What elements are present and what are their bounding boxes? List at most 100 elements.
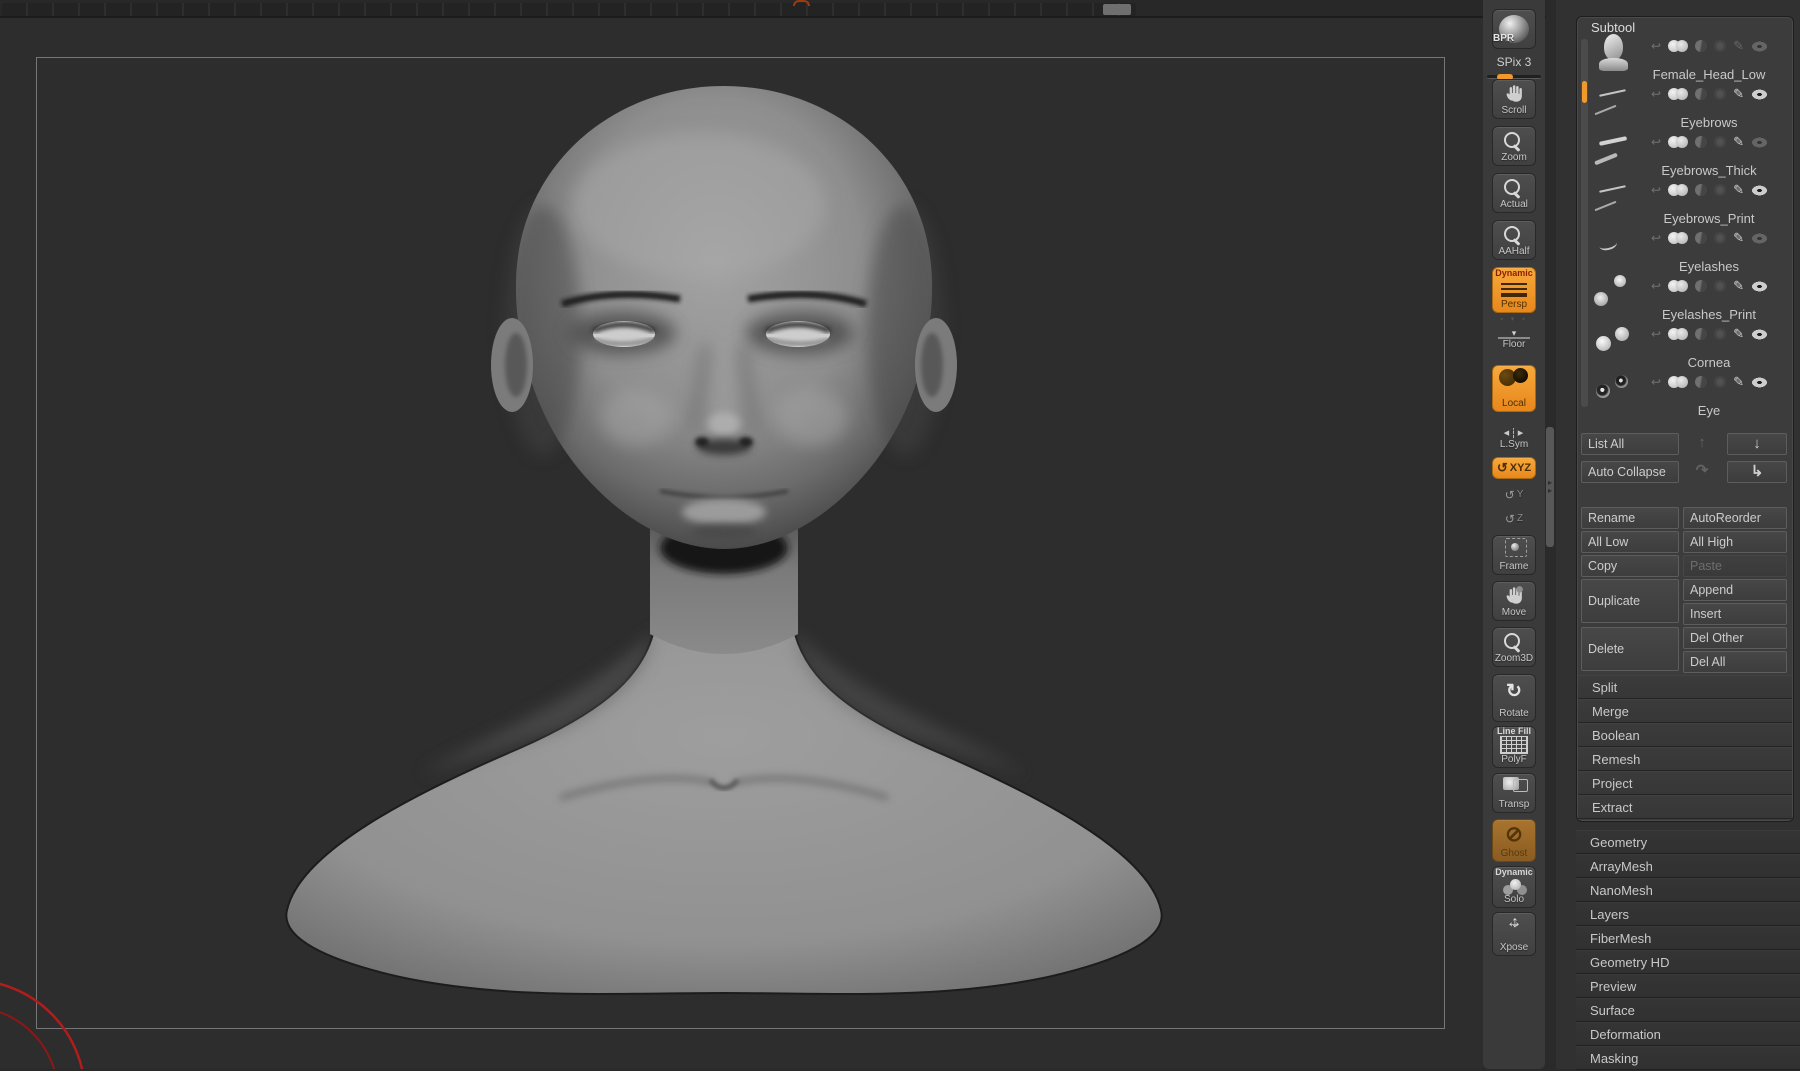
boolean-intersect-icon[interactable] <box>1714 280 1727 292</box>
subtool-item-eyelashes_print[interactable]: Eyelashes_Print <box>1589 269 1789 322</box>
bust-shoulders[interactable] <box>285 595 1163 996</box>
visibility-eye-icon[interactable] <box>1750 328 1768 340</box>
boolean-union-icon[interactable] <box>1668 376 1689 388</box>
tool-button-solo[interactable]: Dynamic Solo <box>1492 866 1536 908</box>
del-all-button[interactable]: Del All <box>1683 651 1787 673</box>
boolean-intersect-icon[interactable] <box>1714 232 1727 244</box>
boolean-subtract-icon[interactable] <box>1695 184 1708 196</box>
subtool-item-female_head_low[interactable]: Female_Head_Low <box>1589 29 1789 82</box>
tool-button-xyz[interactable]: XYZ <box>1492 457 1536 479</box>
tool-button-zoom3d[interactable]: Zoom3D <box>1492 627 1536 667</box>
section-remesh[interactable]: Remesh <box>1578 747 1792 771</box>
polypaint-icon[interactable] <box>1733 229 1744 247</box>
tool-button-frame[interactable]: Frame <box>1492 535 1536 575</box>
merge-down-icon[interactable] <box>1651 37 1661 55</box>
section-split[interactable]: Split <box>1578 675 1792 699</box>
boolean-subtract-icon[interactable] <box>1695 376 1708 388</box>
section-boolean[interactable]: Boolean <box>1578 723 1792 747</box>
section-masking[interactable]: Masking <box>1576 1046 1800 1070</box>
move-subtool-up-button[interactable]: ↷ <box>1683 461 1721 483</box>
boolean-intersect-icon[interactable] <box>1714 40 1727 52</box>
tool-button-actual[interactable]: Actual <box>1492 173 1536 213</box>
subtool-item-eyebrows_thick[interactable]: Eyebrows_Thick <box>1589 125 1789 178</box>
visibility-eye-icon[interactable] <box>1750 184 1768 196</box>
append-button[interactable]: Append <box>1683 579 1787 601</box>
tool-button-rotate[interactable]: Rotate <box>1492 674 1536 722</box>
delete-button[interactable]: Delete <box>1581 627 1679 671</box>
visibility-eye-icon[interactable] <box>1750 376 1768 388</box>
visibility-eye-icon[interactable] <box>1750 40 1768 52</box>
boolean-subtract-icon[interactable] <box>1695 88 1708 100</box>
tool-button-floor[interactable]: Floor <box>1492 329 1536 353</box>
boolean-union-icon[interactable] <box>1668 232 1689 244</box>
subtool-scrollbar[interactable] <box>1581 39 1588 407</box>
subtool-item-eyebrows_print[interactable]: Eyebrows_Print <box>1589 173 1789 226</box>
menu-scroll-indicator[interactable] <box>1103 4 1131 15</box>
boolean-union-icon[interactable] <box>1668 184 1689 196</box>
all-low-button[interactable]: All Low <box>1581 531 1679 553</box>
autoreorder-button[interactable]: AutoReorder <box>1683 507 1787 529</box>
all-high-button[interactable]: All High <box>1683 531 1787 553</box>
boolean-subtract-icon[interactable] <box>1695 280 1708 292</box>
tool-button-bpr[interactable]: BPR <box>1492 9 1536 49</box>
merge-down-icon[interactable] <box>1651 277 1661 295</box>
boolean-subtract-icon[interactable] <box>1695 40 1708 52</box>
section-extract[interactable]: Extract <box>1578 795 1792 819</box>
auto-collapse-button[interactable]: Auto Collapse <box>1581 461 1679 483</box>
boolean-union-icon[interactable] <box>1668 40 1689 52</box>
section-fibermesh[interactable]: FiberMesh <box>1576 926 1800 950</box>
merge-down-icon[interactable] <box>1651 373 1661 391</box>
section-deformation[interactable]: Deformation <box>1576 1022 1800 1046</box>
visibility-eye-icon[interactable] <box>1750 280 1768 292</box>
boolean-subtract-icon[interactable] <box>1695 328 1708 340</box>
subtool-item-eye[interactable]: Eye <box>1589 365 1789 418</box>
visibility-eye-icon[interactable] <box>1750 88 1768 100</box>
tool-button-transp[interactable]: Transp <box>1492 773 1536 813</box>
polypaint-icon[interactable] <box>1733 325 1744 343</box>
tray-divider-handle[interactable]: ▸ ▸ <box>1546 427 1554 547</box>
tool-button-local[interactable]: Local <box>1492 365 1536 412</box>
polypaint-icon[interactable] <box>1733 181 1744 199</box>
copy-button[interactable]: Copy <box>1581 555 1679 577</box>
select-next-subtool-button[interactable]: ↓ <box>1727 433 1787 455</box>
polypaint-icon[interactable] <box>1733 277 1744 295</box>
section-surface[interactable]: Surface <box>1576 998 1800 1022</box>
sculpt-model-female-bust[interactable] <box>0 18 1483 1069</box>
section-preview[interactable]: Preview <box>1576 974 1800 998</box>
merge-down-icon[interactable] <box>1651 181 1661 199</box>
section-geometry-hd[interactable]: Geometry HD <box>1576 950 1800 974</box>
section-layers[interactable]: Layers <box>1576 902 1800 926</box>
section-nanomesh[interactable]: NanoMesh <box>1576 878 1800 902</box>
tool-button-persp[interactable]: Dynamic Persp <box>1492 267 1536 313</box>
tool-button-xpose[interactable]: Xpose <box>1492 912 1536 956</box>
merge-down-icon[interactable] <box>1651 229 1661 247</box>
boolean-intersect-icon[interactable] <box>1714 136 1727 148</box>
list-all-button[interactable]: List All <box>1581 433 1679 455</box>
tool-button-ghost[interactable]: Ghost <box>1492 819 1536 862</box>
insert-button[interactable]: Insert <box>1683 603 1787 625</box>
tool-button-aahalf[interactable]: AAHalf <box>1492 220 1536 260</box>
tool-button-zoom[interactable]: Zoom <box>1492 126 1536 166</box>
polypaint-icon[interactable] <box>1733 85 1744 103</box>
subtool-item-eyelashes[interactable]: Eyelashes <box>1589 221 1789 274</box>
rename-button[interactable]: Rename <box>1581 507 1679 529</box>
section-project[interactable]: Project <box>1578 771 1792 795</box>
boolean-union-icon[interactable] <box>1668 136 1689 148</box>
boolean-intersect-icon[interactable] <box>1714 328 1727 340</box>
boolean-union-icon[interactable] <box>1668 280 1689 292</box>
duplicate-button[interactable]: Duplicate <box>1581 579 1679 623</box>
visibility-eye-icon[interactable] <box>1750 232 1768 244</box>
section-arraymesh[interactable]: ArrayMesh <box>1576 854 1800 878</box>
merge-down-icon[interactable] <box>1651 133 1661 151</box>
merge-down-icon[interactable] <box>1651 325 1661 343</box>
merge-down-icon[interactable] <box>1651 85 1661 103</box>
subtool-item-eyebrows[interactable]: Eyebrows <box>1589 77 1789 130</box>
tool-button-polyf[interactable]: Line Fill PolyF <box>1492 726 1536 768</box>
polypaint-icon[interactable] <box>1733 37 1744 55</box>
paste-button[interactable]: Paste <box>1683 555 1787 577</box>
tool-button-l-sym[interactable]: L.Sym <box>1492 427 1536 453</box>
del-other-button[interactable]: Del Other <box>1683 627 1787 649</box>
visibility-eye-icon[interactable] <box>1750 136 1768 148</box>
tool-button-scroll[interactable]: Scroll <box>1492 79 1536 119</box>
spix-slider[interactable]: SPix 3 <box>1483 53 1545 80</box>
